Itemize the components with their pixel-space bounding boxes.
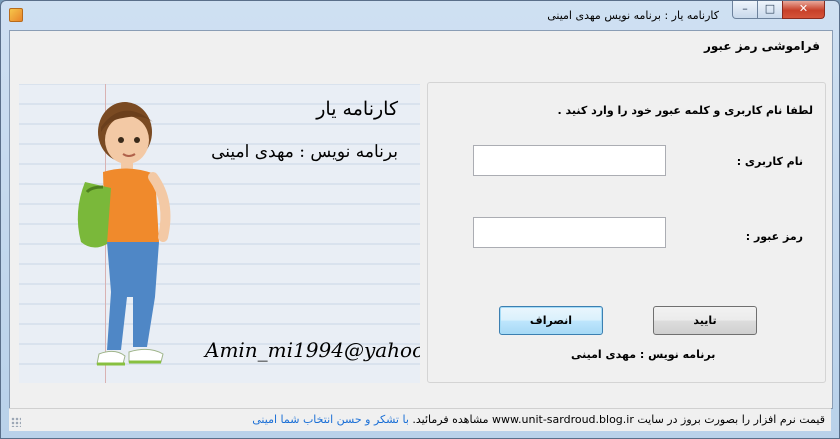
window-title: کارنامه یار : برنامه نویس مهدی امینی [547, 9, 719, 22]
minimize-button[interactable]: – [732, 1, 758, 19]
status-bar: قیمت نرم افزار را بصورت بروز در سایت www… [9, 408, 831, 431]
minimize-icon: – [742, 2, 748, 15]
app-window: کارنامه یار : برنامه نویس مهدی امینی – □… [0, 0, 840, 439]
forgot-password-link[interactable]: فراموشی رمز عبور [704, 39, 820, 53]
title-bar[interactable]: کارنامه یار : برنامه نویس مهدی امینی – □… [1, 1, 839, 29]
picture-subtitle: برنامه نویس : مهدی امینی [211, 142, 398, 162]
password-input[interactable] [473, 217, 666, 248]
login-prompt: لطفا نام کاربری و کلمه عبور خود را وارد … [557, 104, 814, 117]
picture-title: کارنامه یار [316, 98, 398, 120]
splash-picture: کارنامه یار برنامه نویس : مهدی امینی Ami… [19, 84, 420, 383]
maximize-button[interactable]: □ [757, 1, 783, 19]
login-group: لطفا نام کاربری و کلمه عبور خود را وارد … [427, 82, 826, 383]
form-client-area: فراموشی رمز عبور کارنامه یار برنامه نویس… [9, 30, 833, 409]
status-text-1: قیمت نرم افزار را بصورت بروز در سایت [637, 413, 825, 426]
ok-button[interactable]: تایید [653, 306, 757, 335]
cancel-button[interactable]: انصراف [499, 306, 603, 335]
close-icon: ✕ [798, 2, 809, 15]
maximize-icon: □ [764, 2, 776, 15]
status-text-2: مشاهده فرمائید. [412, 413, 489, 426]
schoolboy-illustration [77, 102, 171, 366]
picture-email: Amin_mi1994@yahoo.com [205, 338, 420, 362]
username-label: نام کاربری : [736, 155, 803, 168]
programmer-credit: برنامه نویس : مهدی امینی [571, 348, 716, 361]
username-input[interactable] [473, 145, 666, 176]
password-label: رمز عبور : [745, 230, 803, 243]
close-button[interactable]: ✕ [782, 1, 825, 19]
app-icon[interactable] [9, 8, 23, 22]
status-link[interactable]: با تشکر و حسن انتخاب شما امینی [252, 413, 409, 426]
status-site: www.unit-sardroud.blog.ir [492, 413, 634, 426]
resize-grip-icon[interactable] [11, 417, 21, 427]
status-message: قیمت نرم افزار را بصورت بروز در سایت www… [252, 413, 825, 426]
